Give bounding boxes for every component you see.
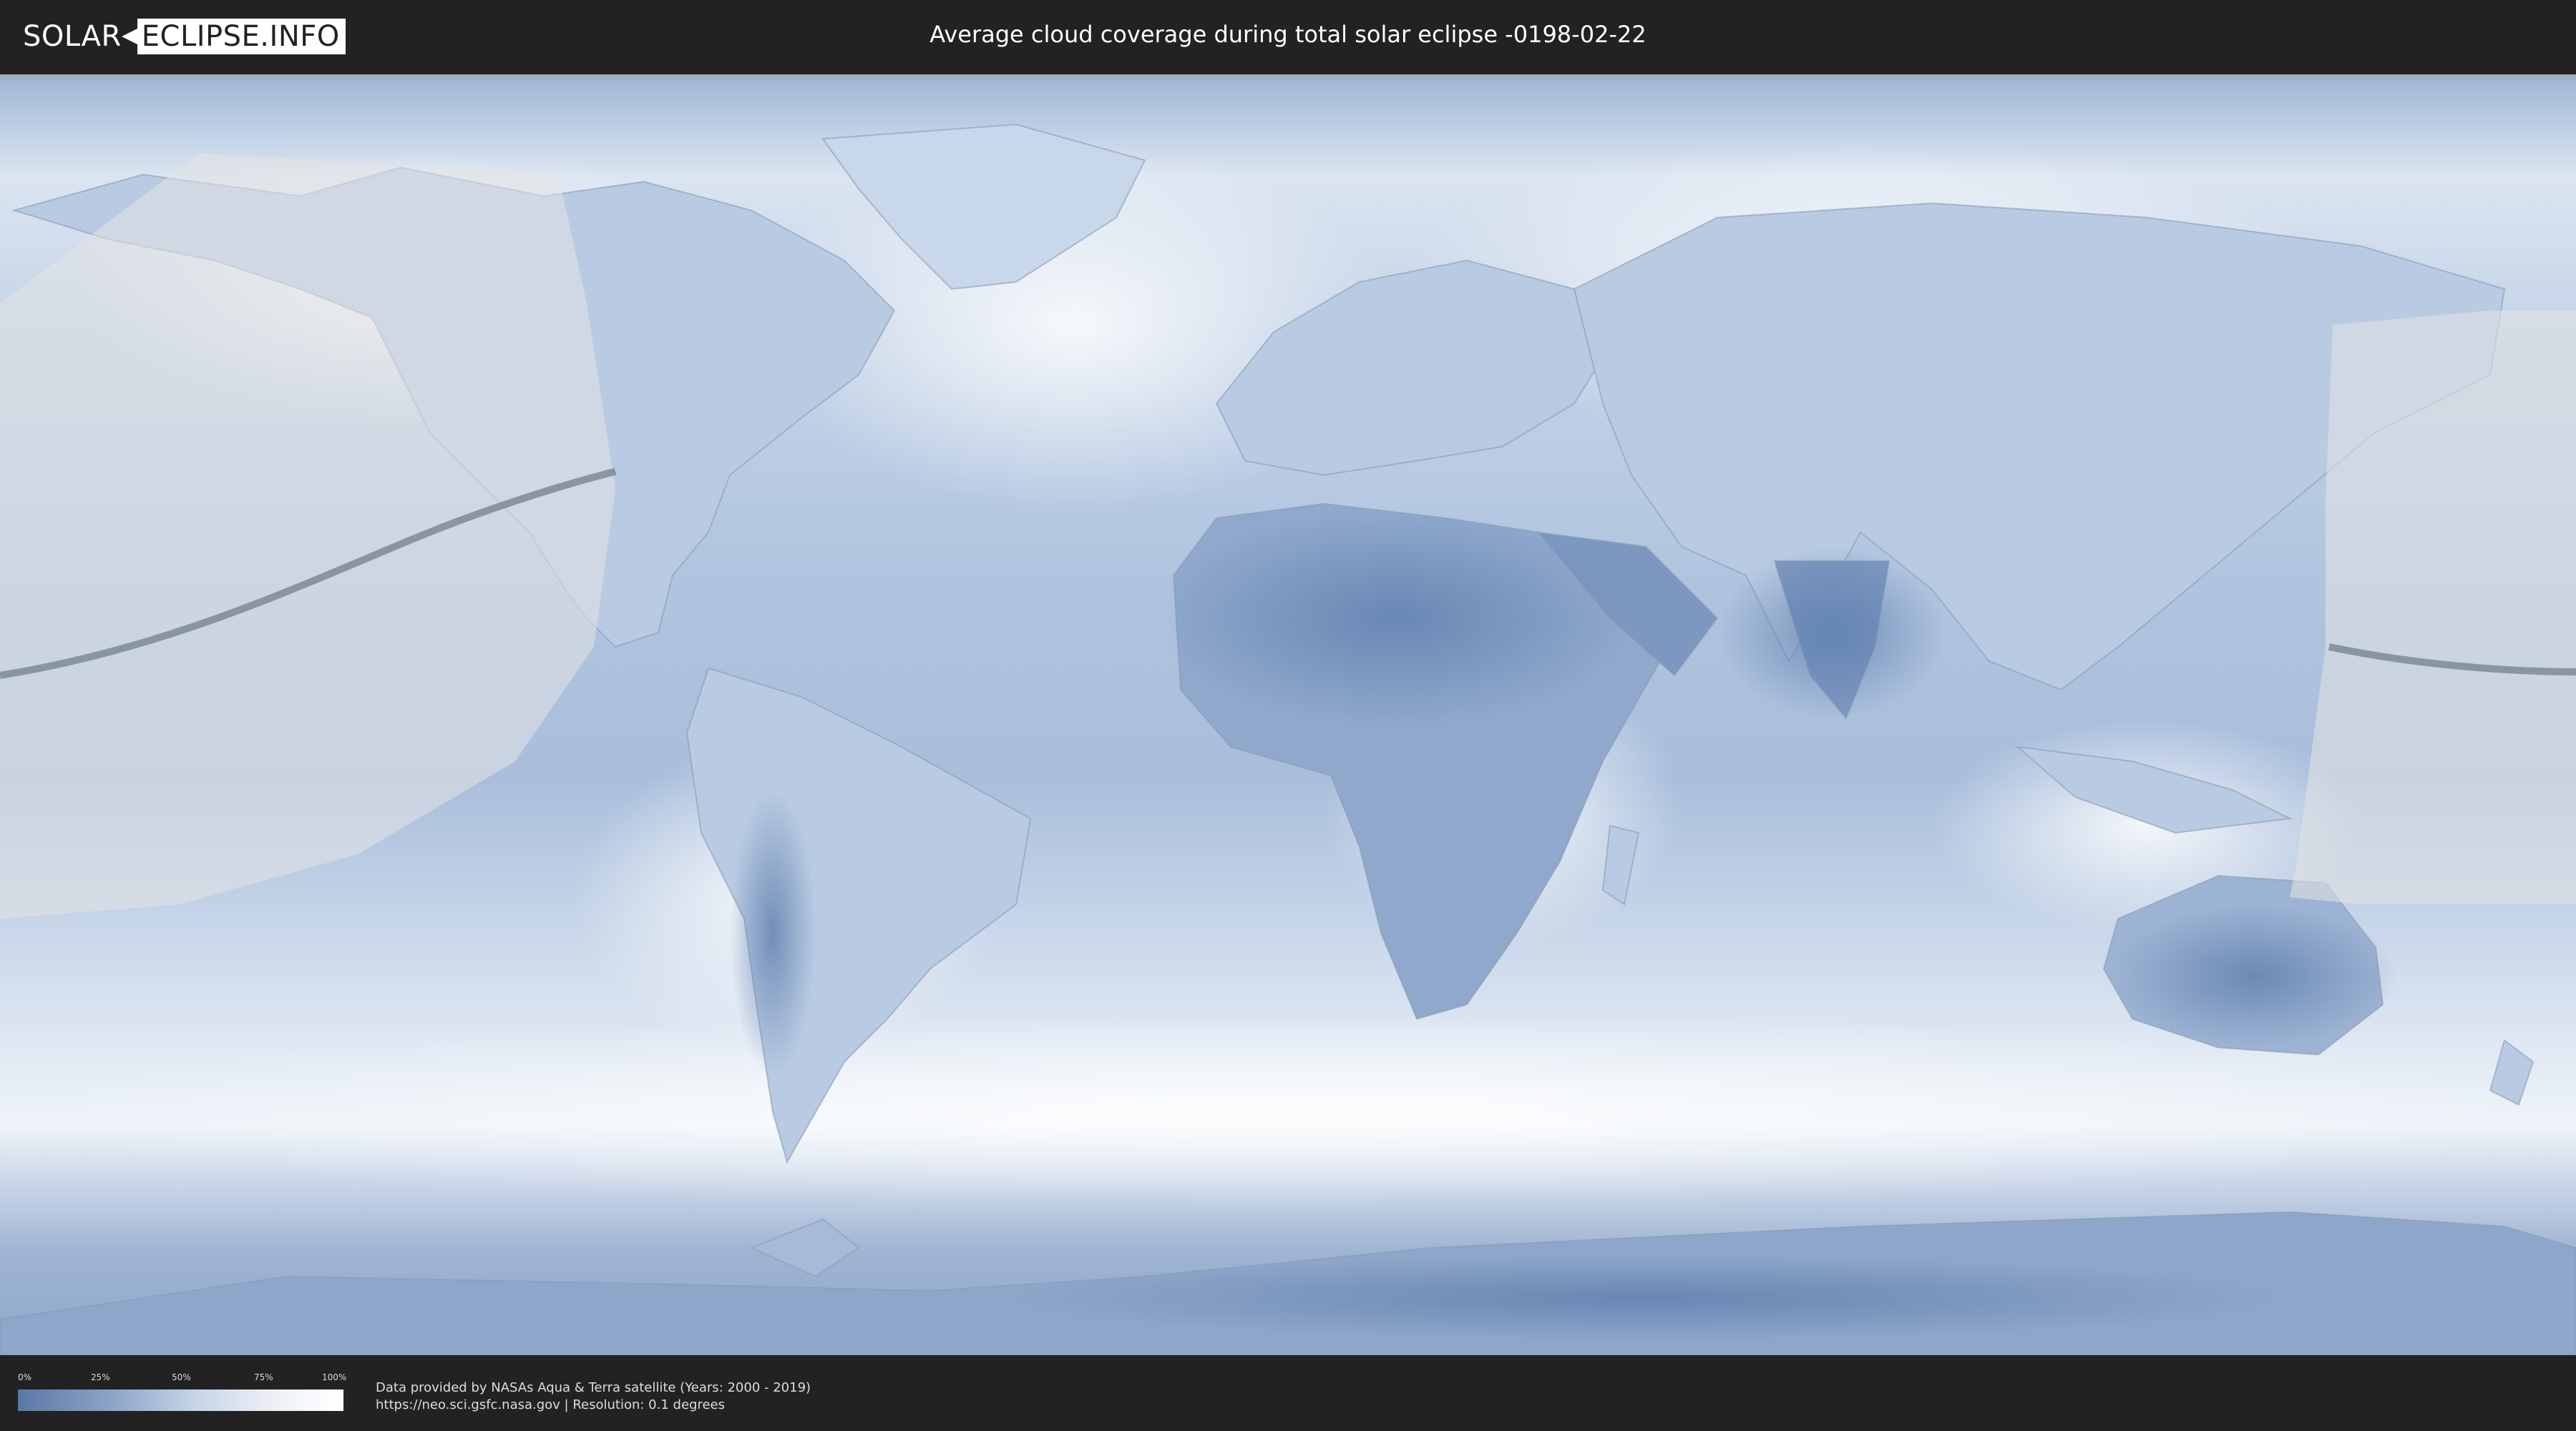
page-title: Average cloud coverage during total sola… [930, 21, 1646, 48]
header-bar: SOLAR ECLIPSE.INFO Average cloud coverag… [0, 0, 2576, 72]
legend-gradient-bar [18, 1390, 343, 1411]
cloud-coverage-legend: 0% 25% 50% 75% 100% [18, 1372, 347, 1411]
legend-label-100: 100% [322, 1372, 347, 1382]
credits-line-source: Data provided by NASAs Aqua & Terra sate… [376, 1380, 811, 1395]
legend-label-25: 25% [91, 1372, 110, 1382]
map-top-edge [0, 74, 2576, 80]
legend-labels: 0% 25% 50% 75% 100% [18, 1372, 347, 1387]
footer-bar: 0% 25% 50% 75% 100% Data provided by NAS… [0, 1357, 2576, 1431]
credits-line-url: https://neo.sci.gsfc.nasa.gov | Resoluti… [376, 1397, 725, 1412]
legend-label-0: 0% [18, 1372, 32, 1382]
eclipse-visibility-zone-east [2290, 311, 2576, 904]
legend-label-75: 75% [254, 1372, 273, 1382]
data-credits: Data provided by NASAs Aqua & Terra sate… [376, 1379, 811, 1414]
cloud-coverage-map [0, 74, 2576, 1355]
legend-label-50: 50% [172, 1372, 191, 1382]
page: SOLAR ECLIPSE.INFO Average cloud coverag… [0, 0, 2576, 1431]
map-svg [0, 74, 2576, 1355]
